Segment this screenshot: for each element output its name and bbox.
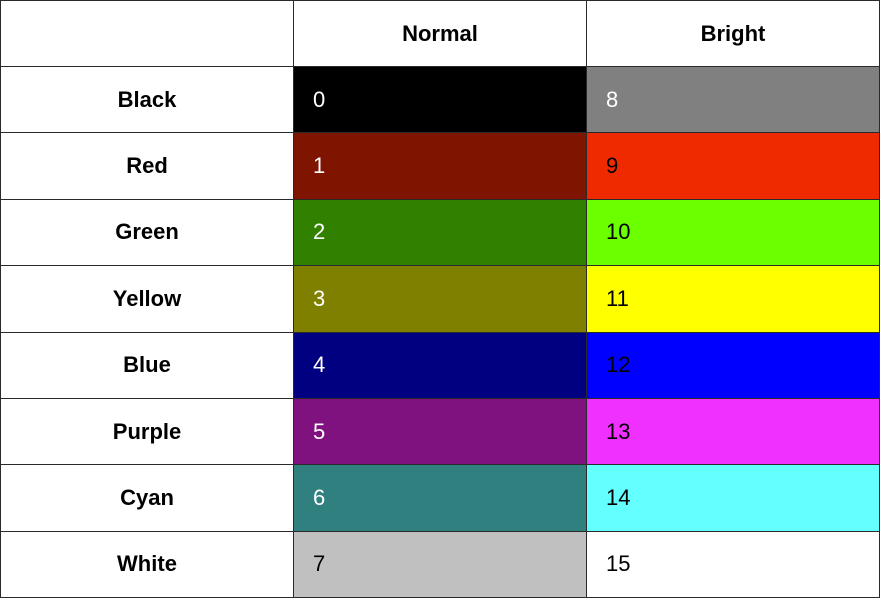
bright-color-swatch: 10 (586, 198, 880, 267)
normal-color-swatch: 1 (293, 132, 587, 200)
color-name: Black (0, 65, 294, 134)
header-row: Normal Bright (0, 0, 880, 67)
bright-color-swatch: 14 (586, 464, 880, 532)
table-row: Green 2 10 (0, 198, 880, 267)
normal-column-header: Normal (293, 0, 587, 67)
bright-color-swatch: 15 (586, 530, 880, 598)
normal-color-swatch: 7 (293, 530, 587, 598)
corner-header (0, 0, 294, 67)
color-palette-table: Normal Bright Black 0 8 Red 1 9 Green 2 … (0, 0, 880, 598)
color-name: Blue (0, 331, 294, 399)
color-name: Yellow (0, 265, 294, 333)
color-name: Cyan (0, 464, 294, 532)
color-name: Red (0, 132, 294, 200)
table-row: Cyan 6 14 (0, 464, 880, 532)
table-row: Blue 4 12 (0, 331, 880, 399)
bright-color-swatch: 11 (586, 265, 880, 333)
normal-color-swatch: 4 (293, 331, 587, 399)
bright-color-swatch: 12 (586, 331, 880, 399)
color-name: Purple (0, 397, 294, 466)
normal-color-swatch: 3 (293, 265, 587, 333)
bright-color-swatch: 9 (586, 132, 880, 200)
table-row: White 7 15 (0, 530, 880, 598)
table-row: Purple 5 13 (0, 397, 880, 466)
table-row: Black 0 8 (0, 65, 880, 134)
color-name: White (0, 530, 294, 598)
normal-color-swatch: 0 (293, 65, 587, 134)
table-row: Yellow 3 11 (0, 265, 880, 333)
normal-color-swatch: 6 (293, 464, 587, 532)
color-name: Green (0, 198, 294, 267)
bright-color-swatch: 8 (586, 65, 880, 134)
bright-column-header: Bright (586, 0, 880, 67)
normal-color-swatch: 2 (293, 198, 587, 267)
bright-color-swatch: 13 (586, 397, 880, 466)
normal-color-swatch: 5 (293, 397, 587, 466)
table-row: Red 1 9 (0, 132, 880, 200)
